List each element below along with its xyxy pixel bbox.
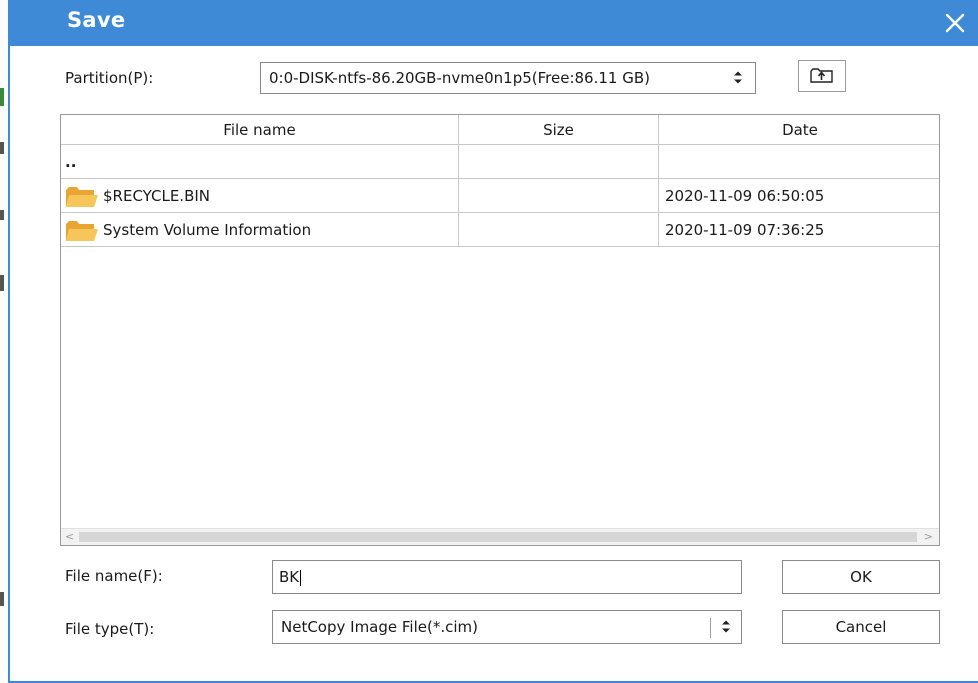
partition-value: 0:0-DISK-ntfs-86.20GB-nvme0n1p5(Free:86.… (269, 69, 650, 87)
file-type-select[interactable]: NetCopy Image File(*.cim) (272, 610, 742, 644)
cell-name: System Volume Information (61, 213, 459, 247)
scroll-left-arrow[interactable]: < (65, 529, 74, 545)
cell-size (459, 213, 659, 247)
cell-date (659, 145, 939, 179)
file-name-value: BK (279, 568, 300, 586)
cell-size (459, 179, 659, 213)
file-type-value: NetCopy Image File(*.cim) (281, 618, 478, 636)
file-name-label: File name(F): (65, 567, 163, 585)
cell-date: 2020-11-09 06:50:05 (659, 179, 939, 213)
file-type-label: File type(T): (65, 620, 155, 638)
folder-icon (66, 220, 98, 241)
partition-label: Partition(P): (65, 69, 154, 87)
text-cursor (300, 569, 302, 586)
background-window-edge (0, 0, 8, 683)
cell-name: .. (61, 145, 459, 179)
close-icon (945, 13, 965, 33)
partition-select[interactable]: 0:0-DISK-ntfs-86.20GB-nvme0n1p5(Free:86.… (260, 62, 756, 94)
cell-date: 2020-11-09 07:36:25 (659, 213, 939, 247)
title-bar: Save (10, 0, 978, 46)
cancel-button[interactable]: Cancel (782, 610, 940, 644)
folder-icon (66, 186, 98, 207)
cell-name: $RECYCLE.BIN (61, 179, 459, 213)
spinner-icon (721, 620, 731, 635)
cell-size (459, 145, 659, 179)
dialog-title: Save (67, 8, 126, 32)
ok-button[interactable]: OK (782, 560, 940, 594)
close-button[interactable] (938, 6, 972, 40)
column-header-date[interactable]: Date (659, 115, 939, 145)
file-name-input[interactable]: BK (272, 560, 742, 594)
file-name-text: $RECYCLE.BIN (103, 187, 211, 205)
column-header-file-name[interactable]: File name (61, 115, 459, 145)
spinner-icon (733, 71, 743, 86)
column-header-size[interactable]: Size (459, 115, 659, 145)
up-folder-button[interactable] (798, 60, 846, 92)
scroll-right-arrow[interactable]: > (924, 529, 933, 545)
scrollbar-thumb[interactable] (79, 532, 917, 542)
file-name-text: System Volume Information (103, 221, 312, 239)
file-list[interactable]: File name Size Date .. $RECYCLE.BIN 2020… (60, 114, 940, 546)
horizontal-scrollbar[interactable]: < > (61, 528, 939, 545)
save-dialog: Save Partition(P): 0:0-DISK-ntfs-86.20GB… (8, 0, 978, 683)
up-folder-icon (810, 68, 833, 83)
